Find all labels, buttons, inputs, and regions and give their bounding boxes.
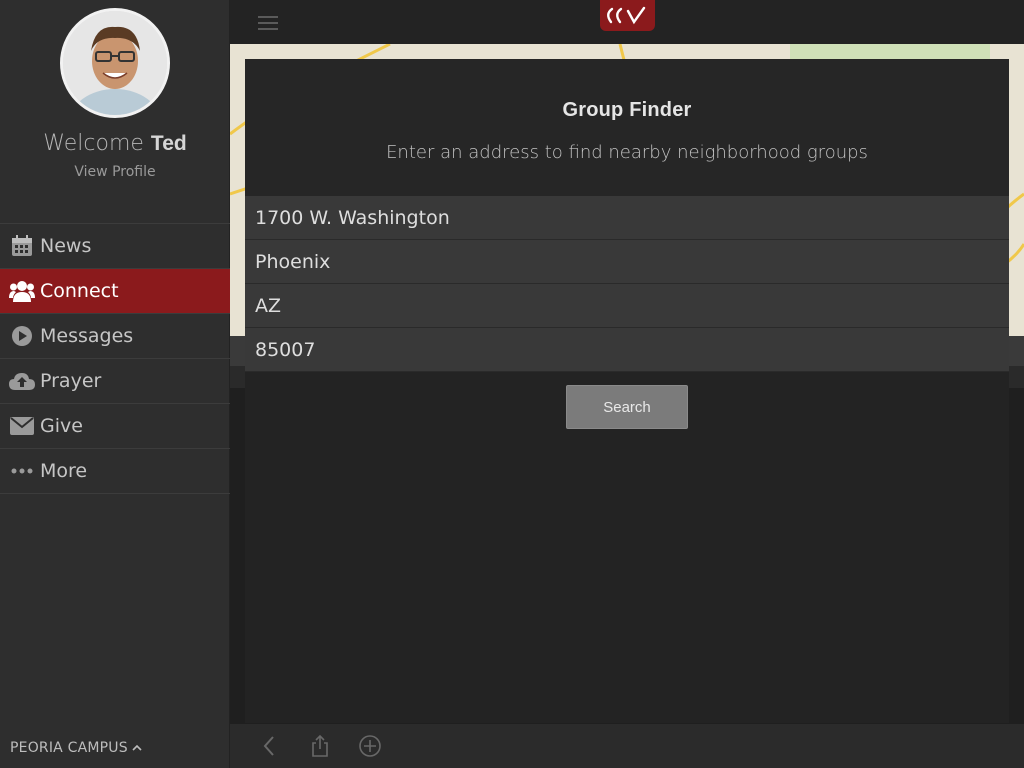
envelope-icon [0, 404, 40, 449]
modal-title: Group Finder [562, 99, 692, 121]
sidebar-item-label: More [40, 460, 88, 482]
view-profile-link[interactable]: View Profile [0, 164, 230, 180]
city-field[interactable] [245, 240, 1009, 284]
welcome-prefix: Welcome [43, 131, 144, 156]
sidebar-item-messages[interactable]: Messages [0, 314, 230, 359]
back-arrow-icon[interactable] [258, 734, 282, 758]
modal-header: Group Finder Enter an address to find ne… [245, 59, 1009, 196]
bottom-toolbar [230, 724, 1024, 768]
zip-input[interactable] [255, 338, 1009, 361]
top-bar [230, 0, 1024, 44]
share-icon[interactable] [308, 734, 332, 758]
user-name: Ted [150, 132, 187, 155]
sidebar-item-label: News [40, 235, 92, 257]
state-input[interactable] [255, 294, 1009, 317]
sidebar-item-news[interactable]: News [0, 224, 230, 269]
cloud-upload-icon [0, 359, 40, 404]
street-input[interactable] [255, 206, 1009, 229]
campus-selector[interactable]: PEORIA CAMPUS [10, 740, 143, 756]
ellipsis-icon [0, 449, 40, 494]
sidebar-item-label: Prayer [40, 370, 102, 392]
avatar[interactable] [60, 8, 170, 118]
sidebar-item-prayer[interactable]: Prayer [0, 359, 230, 404]
chevron-up-icon [132, 740, 143, 756]
hamburger-menu-icon[interactable] [258, 16, 278, 30]
state-field[interactable] [245, 284, 1009, 328]
sidebar-nav: News Connect Messages Prayer Give More [0, 223, 230, 494]
users-icon [0, 269, 40, 314]
sidebar-item-connect[interactable]: Connect [0, 269, 230, 314]
sidebar-item-label: Connect [40, 280, 119, 302]
street-field[interactable] [245, 196, 1009, 240]
modal-subtitle: Enter an address to find nearby neighbor… [386, 142, 868, 163]
add-icon[interactable] [358, 734, 382, 758]
sidebar: Welcome Ted View Profile News Connect Me… [0, 0, 230, 768]
sidebar-item-label: Give [40, 415, 83, 437]
sidebar-item-more[interactable]: More [0, 449, 230, 494]
welcome-text: Welcome Ted [0, 131, 230, 156]
campus-label: PEORIA CAMPUS [10, 740, 128, 756]
sidebar-item-give[interactable]: Give [0, 404, 230, 449]
group-finder-modal: Group Finder Enter an address to find ne… [245, 59, 1009, 723]
app-logo [600, 0, 655, 31]
sidebar-item-label: Messages [40, 325, 134, 347]
play-circle-icon [0, 314, 40, 359]
city-input[interactable] [255, 250, 1009, 273]
zip-field[interactable] [245, 328, 1009, 372]
calendar-icon [0, 224, 40, 269]
search-button[interactable]: Search [566, 385, 688, 429]
